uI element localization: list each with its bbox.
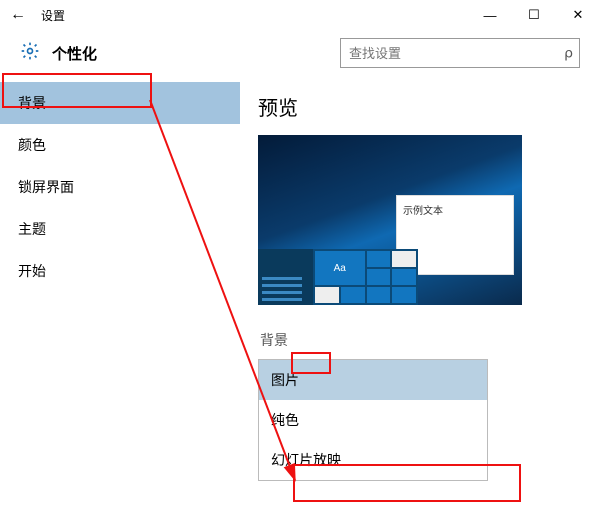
sample-window-text: 示例文本: [403, 206, 443, 217]
sidebar-item-label: 背景: [18, 95, 46, 111]
dropdown-item-label: 图片: [271, 372, 299, 388]
header: 个性化 ⍴: [0, 30, 600, 82]
background-dropdown-label: 背景: [258, 329, 290, 351]
sidebar-item-label: 颜色: [18, 137, 46, 153]
window-controls: — ☐ ✕: [468, 0, 600, 30]
start-menu-mock: Aa: [258, 249, 418, 305]
dropdown-item-label: 纯色: [271, 412, 299, 428]
maximize-button[interactable]: ☐: [512, 0, 556, 30]
sidebar-item-label: 主题: [18, 221, 46, 237]
content-pane: 预览 示例文本 Aa 背景 图片: [240, 82, 600, 521]
sidebar-item-lockscreen[interactable]: 锁屏界面: [0, 166, 240, 208]
close-button[interactable]: ✕: [556, 0, 600, 30]
search-box[interactable]: ⍴: [340, 38, 580, 68]
sidebar-item-background[interactable]: 背景: [0, 82, 240, 124]
dropdown-item-solid[interactable]: 纯色: [259, 400, 487, 440]
search-input[interactable]: [349, 46, 549, 61]
sidebar: 背景 颜色 锁屏界面 主题 开始: [0, 82, 240, 521]
dropdown-item-slideshow[interactable]: 幻灯片放映: [259, 440, 487, 480]
sidebar-item-theme[interactable]: 主题: [0, 208, 240, 250]
sidebar-item-color[interactable]: 颜色: [0, 124, 240, 166]
page-title: 个性化: [52, 43, 97, 64]
titlebar: ← 设置 — ☐ ✕: [0, 0, 600, 30]
sidebar-item-start[interactable]: 开始: [0, 250, 240, 292]
desktop-preview: 示例文本 Aa: [258, 135, 522, 305]
body: 背景 颜色 锁屏界面 主题 开始 预览 示例文本 Aa: [0, 82, 600, 521]
window-title: 设置: [41, 7, 65, 24]
back-button[interactable]: ←: [10, 6, 26, 24]
gear-icon: [20, 41, 40, 66]
preview-heading: 预览: [258, 92, 590, 121]
sidebar-item-label: 开始: [18, 263, 46, 279]
tile-aa: Aa: [315, 251, 365, 285]
search-icon: ⍴: [564, 45, 573, 62]
minimize-button[interactable]: —: [468, 0, 512, 30]
dropdown-item-picture[interactable]: 图片: [259, 360, 487, 400]
dropdown-item-label: 幻灯片放映: [271, 452, 341, 468]
background-dropdown[interactable]: 图片 纯色 幻灯片放映: [258, 359, 488, 481]
sidebar-item-label: 锁屏界面: [18, 179, 74, 195]
